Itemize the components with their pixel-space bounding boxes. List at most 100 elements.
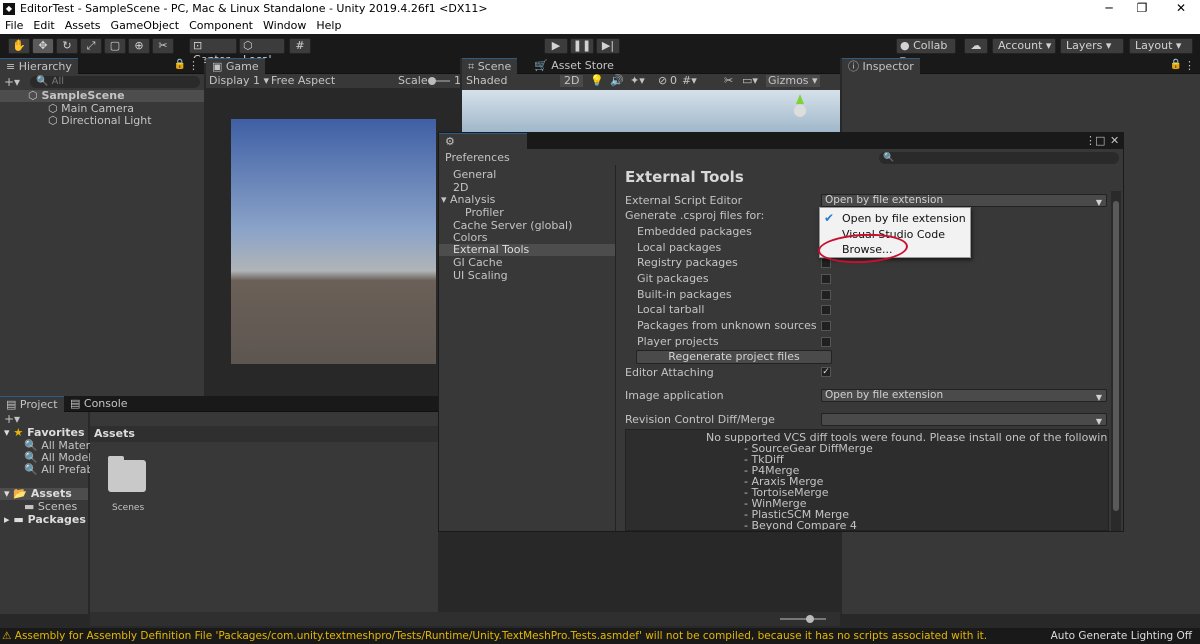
hierarchy-item[interactable]: ⬡ Directional Light — [48, 115, 152, 127]
assets-row[interactable]: ▾ 📂 Assets — [0, 488, 88, 500]
tab-game[interactable]: ▣ Game — [206, 58, 265, 74]
menu-gameobject[interactable]: GameObject — [111, 18, 180, 34]
hand-tool-icon[interactable]: ✋ — [8, 38, 30, 54]
csproj-checkbox[interactable] — [821, 337, 831, 347]
menu-edit[interactable]: Edit — [33, 18, 54, 34]
pause-icon[interactable]: ❚❚ — [570, 38, 594, 54]
nav-item-profiler[interactable]: Profiler — [465, 207, 504, 219]
lock-icon[interactable]: 🔒 — [174, 59, 186, 70]
folder-item[interactable]: ▬ Scenes — [24, 501, 77, 513]
layers-dropdown[interactable]: Layers ▾ — [1060, 38, 1124, 54]
effects-icon[interactable]: ✦▾ — [630, 75, 645, 87]
collab-button[interactable]: ● Collab ▾ — [896, 38, 956, 66]
scene-gizmo[interactable] — [792, 94, 808, 118]
shading-dropdown[interactable]: Shaded — [466, 75, 507, 87]
nav-item-ui-scaling[interactable]: UI Scaling — [453, 270, 508, 282]
lock-icon[interactable]: 🔒 — [1170, 59, 1182, 70]
layers-label: Layers — [1066, 39, 1103, 52]
add-icon[interactable]: +▾ — [4, 412, 20, 426]
rotate-tool-icon[interactable]: ↻ — [56, 38, 78, 54]
window-title: EditorTest - SampleScene - PC, Mac & Lin… — [20, 2, 488, 15]
revision-dropdown[interactable]: ▼ — [821, 413, 1107, 426]
tab-console[interactable]: ▤ Console — [64, 396, 134, 412]
tab-hierarchy[interactable]: ≡ Hierarchy — [0, 58, 78, 74]
tab-scene[interactable]: ⌗ Scene — [462, 58, 518, 74]
folder-icon[interactable] — [108, 460, 146, 492]
revision-label: Revision Control Diff/Merge — [625, 413, 775, 426]
transform-tool-icon[interactable]: ⊕ — [128, 38, 150, 54]
play-icon[interactable]: ▶ — [544, 38, 568, 54]
icon-size-slider[interactable] — [780, 618, 826, 620]
menu-assets[interactable]: Assets — [65, 18, 101, 34]
menu-window[interactable]: Window — [263, 18, 306, 34]
lighting-icon[interactable]: 💡 — [590, 75, 604, 87]
favorites-row[interactable]: ▾ ★ Favorites — [4, 427, 85, 439]
cloud-icon[interactable]: ☁ — [964, 38, 988, 54]
csproj-checkbox[interactable] — [821, 290, 831, 300]
account-dropdown[interactable]: Account ▾ — [992, 38, 1056, 54]
add-icon[interactable]: +▾ — [4, 75, 20, 89]
tab-project[interactable]: ▤ Project — [0, 396, 64, 412]
csproj-checkbox[interactable] — [821, 305, 831, 315]
visibility-icon[interactable]: ⊘ — [658, 75, 667, 87]
scale-tool-icon[interactable]: ⤢ — [80, 38, 102, 54]
scale-slider-thumb[interactable] — [428, 77, 436, 85]
mode-2d-button[interactable]: 2D — [560, 75, 584, 87]
display-label: Display 1 — [209, 74, 261, 87]
chevron-down-icon: ▼ — [1095, 393, 1102, 402]
script-editor-label: External Script Editor — [625, 194, 743, 207]
nav-item-external-tools[interactable]: External Tools — [439, 244, 615, 256]
pivot-center-button[interactable]: ⊡ Center — [189, 38, 237, 66]
csproj-checkbox[interactable] — [821, 321, 831, 331]
more-icon[interactable]: ⋮ — [188, 59, 199, 72]
nav-item-general[interactable]: General — [453, 169, 496, 181]
nav-item-analysis[interactable]: ▾ Analysis — [441, 194, 495, 206]
asset-item-label[interactable]: Scenes — [112, 502, 144, 514]
menu-help[interactable]: Help — [316, 18, 341, 34]
rect-tool-icon[interactable]: ▢ — [104, 38, 126, 54]
audio-icon[interactable]: 🔊 — [610, 75, 624, 87]
minimize-icon[interactable]: ─ — [1098, 1, 1120, 15]
scrollbar-thumb[interactable] — [1113, 201, 1119, 511]
breadcrumb-assets[interactable]: Assets — [94, 428, 135, 440]
close-icon[interactable]: ✕ — [1110, 134, 1119, 147]
tab-preferences[interactable]: ⚙ Preferences — [439, 133, 527, 164]
menu-component[interactable]: Component — [189, 18, 253, 34]
more-icon[interactable]: ⋮ — [1184, 59, 1195, 72]
preferences-scrollbar[interactable] — [1111, 191, 1121, 531]
collab-label: Collab — [913, 39, 948, 52]
regenerate-button[interactable]: Regenerate project files — [636, 350, 832, 364]
menu-option[interactable]: Open by file extension — [842, 213, 966, 225]
hierarchy-search-input[interactable]: 🔍 All — [30, 76, 200, 88]
image-app-dropdown[interactable]: Open by file extension ▼ — [821, 389, 1107, 402]
layout-dropdown[interactable]: Layout ▾ — [1129, 38, 1193, 54]
hierarchy-scene-row[interactable]: ⬡ SampleScene — [0, 90, 204, 102]
close-icon[interactable]: ✕ — [1170, 1, 1192, 15]
editor-attaching-checkbox[interactable]: ✓ — [821, 367, 831, 377]
gizmos-dropdown[interactable]: Gizmos ▾ — [766, 75, 820, 87]
maximize-icon[interactable]: ❐ — [1131, 1, 1153, 15]
status-message[interactable]: Assembly for Assembly Definition File 'P… — [15, 630, 987, 642]
snap-grid-icon[interactable]: # — [289, 38, 311, 54]
gameobject-icon: ⬡ — [48, 114, 58, 127]
tab-inspector[interactable]: ⓘ Inspector — [842, 58, 920, 74]
csproj-checkbox[interactable] — [821, 274, 831, 284]
script-editor-dropdown[interactable]: Open by file extension ▼ — [821, 194, 1107, 207]
grid-icon[interactable]: #▾ — [682, 75, 697, 87]
tools-icon[interactable]: ✂ — [724, 75, 733, 87]
maximize-icon[interactable]: □ — [1095, 134, 1105, 147]
packages-row[interactable]: ▸ ▬ Packages — [4, 514, 86, 526]
display-dropdown[interactable]: Display 1 ▾ — [209, 75, 269, 87]
aspect-dropdown[interactable]: Free Aspect — [271, 75, 335, 87]
tab-asset-store[interactable]: 🛒 Asset Store — [528, 58, 620, 74]
custom-tool-icon[interactable]: ✂ — [152, 38, 174, 54]
camera-icon[interactable]: ▭▾ — [742, 75, 758, 87]
step-icon[interactable]: ▶| — [596, 38, 620, 54]
nav-item-gi-cache[interactable]: GI Cache — [453, 257, 502, 269]
pivot-local-button[interactable]: ⬡ Local — [239, 38, 285, 66]
favorite-item[interactable]: 🔍 All Prefabs — [24, 464, 99, 476]
icon-size-slider-thumb[interactable] — [806, 615, 814, 623]
menu-file[interactable]: File — [5, 18, 23, 34]
preferences-search-input[interactable]: 🔍 — [879, 152, 1119, 164]
move-tool-icon[interactable]: ✥ — [32, 38, 54, 54]
